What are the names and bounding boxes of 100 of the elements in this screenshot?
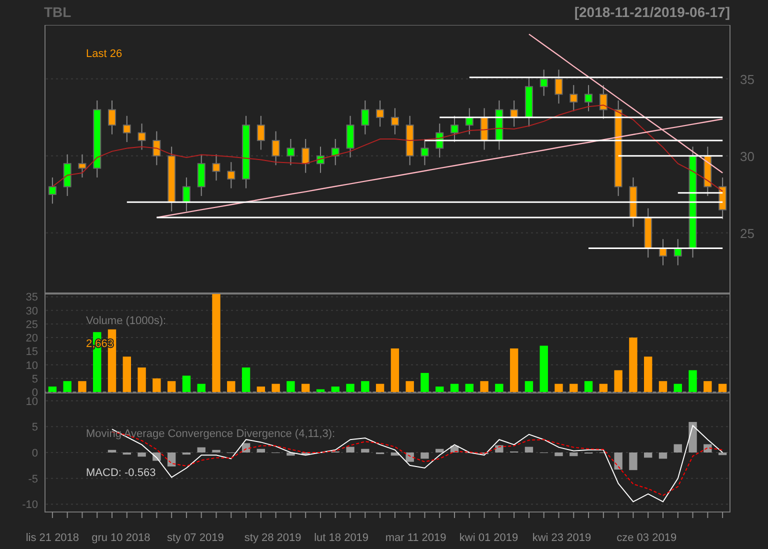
histogram-bar <box>346 446 354 452</box>
candlestick <box>450 115 458 143</box>
histogram-bar <box>674 444 682 452</box>
volume-bar <box>436 386 444 392</box>
candlestick <box>644 208 652 258</box>
candlestick <box>227 162 236 189</box>
histogram-bar <box>212 450 220 452</box>
histogram-bar <box>286 452 295 456</box>
date-axis-label: lis 21 2018 <box>26 532 80 544</box>
candlestick <box>272 130 280 166</box>
volume-bar <box>286 381 295 392</box>
volume-bar <box>599 384 608 392</box>
histogram-bar <box>108 450 116 452</box>
date-axis-label: sty 28 2019 <box>244 532 302 544</box>
volume-bar <box>495 384 504 392</box>
histogram-bar <box>718 452 727 456</box>
volume-bar <box>376 384 384 392</box>
candlestick <box>629 176 638 228</box>
histogram-bar <box>704 444 712 452</box>
macd-axis-label: -5 <box>28 473 38 486</box>
candlestick <box>674 238 682 266</box>
volume-bar <box>361 381 370 392</box>
volume-bar <box>78 381 86 392</box>
volume-axis-label: 35 <box>26 292 38 304</box>
histogram-bar <box>614 452 622 470</box>
date-axis-label: lut 18 2019 <box>314 532 369 544</box>
volume-bar <box>658 381 668 392</box>
candlestick <box>256 115 265 150</box>
candlestick <box>554 69 563 104</box>
candlestick <box>168 146 176 212</box>
candlestick <box>659 238 667 266</box>
volume-bar <box>227 381 236 392</box>
histogram-bar <box>122 452 131 455</box>
candlestick <box>495 100 504 150</box>
candlestick <box>331 138 340 166</box>
candlestick <box>510 100 518 128</box>
histogram-bar <box>167 452 176 466</box>
histogram-bar <box>302 452 310 456</box>
date-axis-label: cze 03 2019 <box>616 532 677 544</box>
histogram-bar <box>361 448 370 452</box>
histogram-bar <box>554 452 563 456</box>
macd-axis-label: 5 <box>32 422 38 434</box>
volume-bar <box>167 381 176 392</box>
candlestick <box>212 154 220 182</box>
volume-bar <box>480 381 488 392</box>
candlestick <box>316 146 324 174</box>
candlestick <box>182 176 190 212</box>
support-line <box>678 192 723 194</box>
volume-axis-label: 20 <box>26 332 38 345</box>
volume-bar <box>242 368 250 392</box>
histogram-bar <box>629 452 638 470</box>
candlestick <box>108 100 116 135</box>
histogram-bar <box>420 452 429 459</box>
volume-axis-label: 5 <box>32 373 38 386</box>
chart-symbol: TBL <box>44 3 72 22</box>
volume-bar <box>406 381 414 392</box>
volume-bar <box>256 386 266 392</box>
volume-bar <box>688 370 697 392</box>
candlestick <box>718 176 727 220</box>
price-axis-label: 25 <box>740 226 754 241</box>
candlestick <box>48 176 56 204</box>
histogram-bar <box>658 452 668 459</box>
candlestick <box>570 84 578 112</box>
candlestick <box>390 108 399 135</box>
volume-bar <box>316 389 325 392</box>
histogram-bar <box>436 448 444 452</box>
last-price-label: Last 26 <box>86 48 122 60</box>
histogram-bar <box>406 452 414 462</box>
histogram-bar <box>197 447 206 452</box>
macd-title: Moving Average Convergence Divergence (4,11,3): <box>86 428 336 440</box>
candlestick <box>286 138 295 166</box>
date-range: [2018-11-21/2019-06-17] <box>574 3 730 22</box>
candlestick <box>302 138 310 174</box>
volume-bar <box>272 384 280 392</box>
histogram-bar <box>256 448 266 452</box>
volume-bar <box>182 376 191 392</box>
date-axis-label: kwi 23 2019 <box>532 532 592 544</box>
volume-bar <box>48 386 57 392</box>
volume-axis-label: 30 <box>26 305 38 318</box>
candlestick <box>436 123 444 158</box>
histogram-bar <box>138 452 146 457</box>
volume-bar <box>584 381 593 392</box>
volume-axis-label: 15 <box>26 346 38 358</box>
candlestick <box>584 84 593 112</box>
volume-bar <box>450 384 459 392</box>
candlestick <box>465 108 474 135</box>
candlestick <box>704 146 712 196</box>
volume-bar <box>138 368 146 392</box>
volume-axis-label: 10 <box>26 360 38 372</box>
volume-bar <box>718 384 727 392</box>
volume-bar <box>152 378 161 392</box>
candlestick <box>599 84 608 120</box>
volume-bar <box>302 384 310 392</box>
candlestick <box>406 115 414 166</box>
candlestick <box>78 154 86 178</box>
candlestick <box>480 108 488 150</box>
price-axis-label: 30 <box>740 148 754 164</box>
volume-bar <box>465 384 474 392</box>
candlestick <box>361 100 370 135</box>
volume-bar <box>420 372 429 392</box>
